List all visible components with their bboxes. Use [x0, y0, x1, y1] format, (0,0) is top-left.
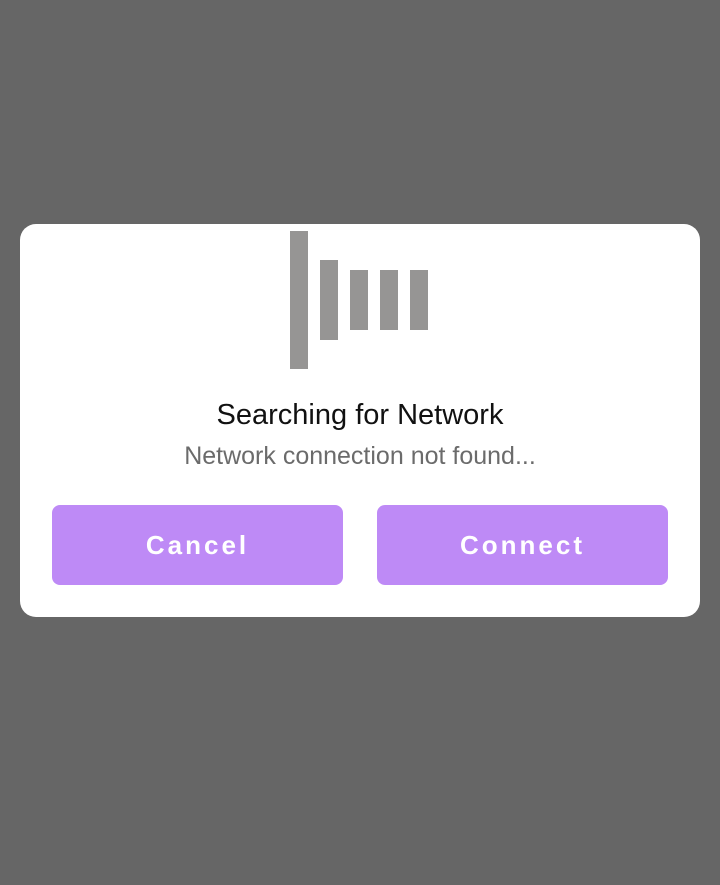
loader-bar	[380, 270, 398, 330]
connect-button[interactable]: Connect	[377, 505, 668, 585]
loader-bar	[320, 260, 338, 340]
loader-bar	[290, 231, 308, 369]
network-dialog: Searching for Network Network connection…	[20, 224, 700, 617]
signal-bars-loading-icon	[290, 231, 430, 371]
dialog-message: Network connection not found...	[184, 442, 536, 470]
dialog-title: Searching for Network	[216, 399, 504, 431]
cancel-button[interactable]: Cancel	[52, 505, 343, 585]
loader-bar	[350, 270, 368, 330]
loader-bar	[410, 270, 428, 330]
